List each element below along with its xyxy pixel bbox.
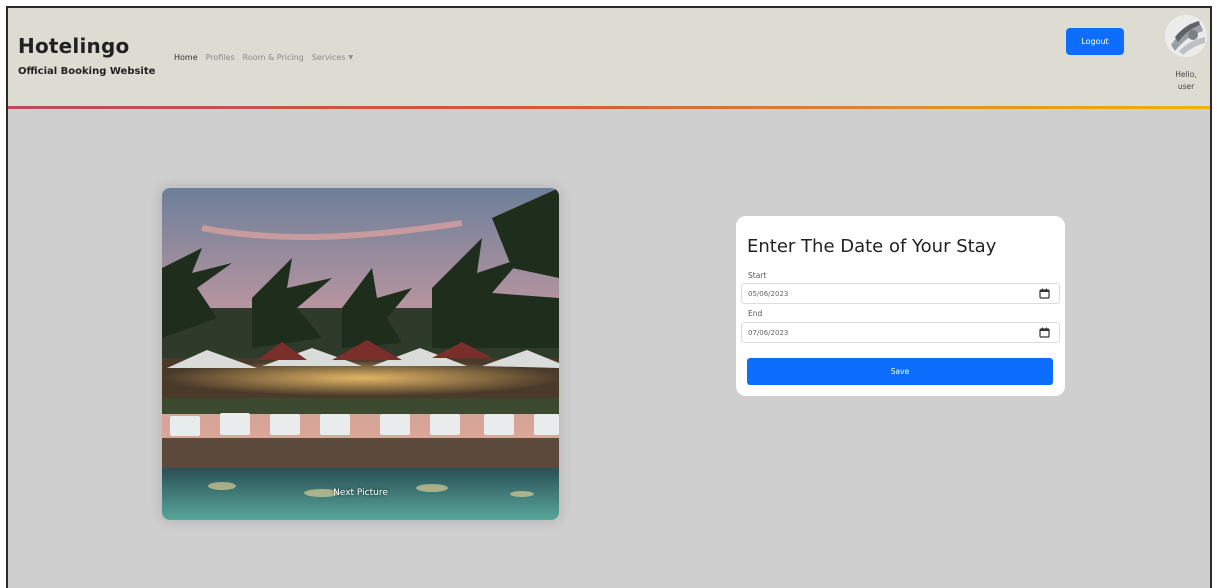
- nav-profiles[interactable]: Profiles: [206, 53, 235, 62]
- nav-services-label: Services: [311, 53, 346, 62]
- caret-down-icon: ▼: [348, 54, 354, 61]
- resort-pool-photo: [162, 188, 559, 520]
- nav-home[interactable]: Home: [174, 53, 198, 62]
- brand-tagline: Official Booking Website: [18, 66, 156, 77]
- brand[interactable]: Hotelingo Official Booking Website: [18, 34, 155, 77]
- end-date-label: End: [748, 309, 763, 318]
- stay-date-title: Enter The Date of Your Stay: [747, 236, 997, 257]
- nav-services-dropdown[interactable]: Services ▼: [312, 53, 353, 62]
- end-date-input[interactable]: 07/06/2023: [741, 322, 1060, 343]
- user-greeting: Hello, user: [1158, 69, 1210, 93]
- navbar-accent-line: [8, 106, 1210, 109]
- hotel-photo-carousel[interactable]: Next Picture: [162, 188, 559, 520]
- brand-name: Hotelingo: [18, 34, 130, 58]
- next-picture-caption[interactable]: Next Picture: [162, 488, 559, 498]
- avatar-image-icon: [1165, 15, 1207, 57]
- navbar: Hotelingo Official Booking Website Home …: [8, 8, 1210, 106]
- logout-button[interactable]: Logout: [1066, 28, 1124, 55]
- browser-viewport: Hotelingo Official Booking Website Home …: [6, 6, 1212, 588]
- nav-links: Home Profiles Room & Pricing Services ▼: [174, 53, 353, 62]
- calendar-icon[interactable]: [1039, 288, 1050, 299]
- start-date-input[interactable]: 05/06/2023: [741, 283, 1060, 304]
- start-date-value: 05/06/2023: [748, 290, 789, 298]
- stay-date-card: Enter The Date of Your Stay Start 05/06/…: [736, 216, 1065, 396]
- calendar-icon[interactable]: [1039, 327, 1050, 338]
- avatar[interactable]: [1165, 15, 1207, 57]
- save-button[interactable]: Save: [747, 358, 1053, 385]
- greeting-user: user: [1177, 82, 1195, 91]
- start-date-label: Start: [748, 271, 767, 280]
- nav-room-pricing[interactable]: Room & Pricing: [243, 53, 304, 62]
- end-date-value: 07/06/2023: [748, 329, 789, 337]
- greeting-hello: Hello,: [1175, 70, 1197, 79]
